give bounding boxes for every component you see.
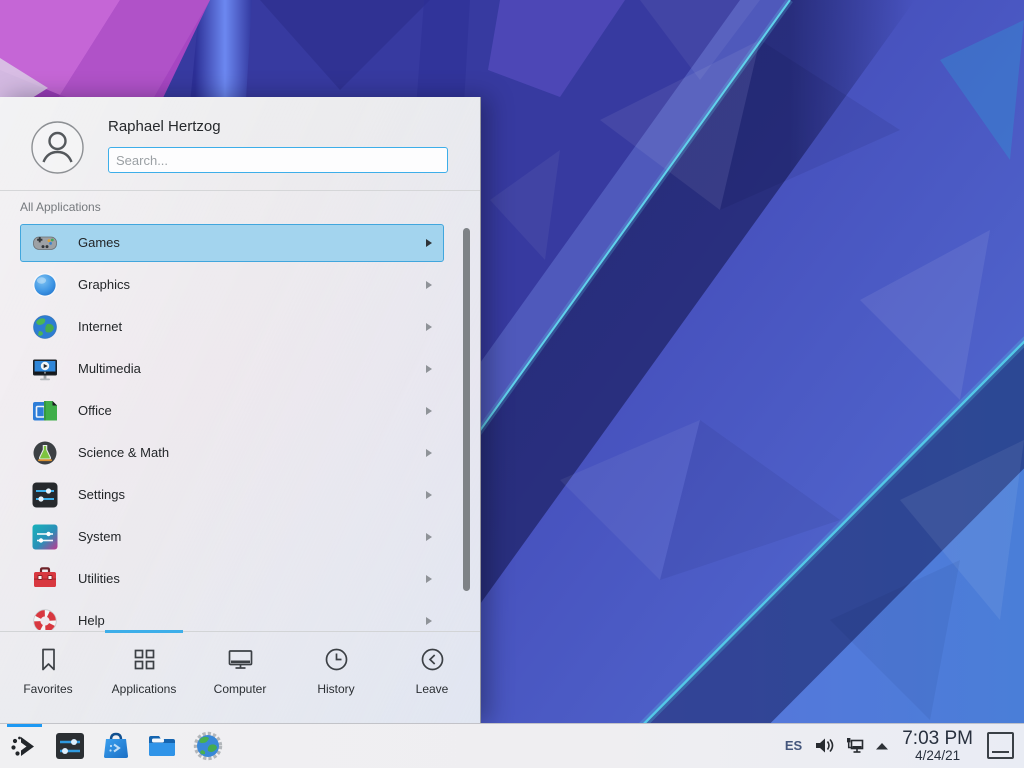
tab-label: Leave [416, 682, 449, 696]
toolbox-icon [32, 566, 58, 592]
category-label: System [78, 516, 121, 558]
sphere-icon [32, 272, 58, 298]
lifebuoy-icon [32, 608, 58, 630]
sliders-icon [32, 482, 58, 508]
tab-leave[interactable]: Leave [384, 632, 480, 723]
category-row-utilities[interactable]: Utilities [0, 558, 480, 600]
submenu-arrow-icon [426, 449, 432, 457]
discover-bag-icon [100, 730, 132, 762]
header-divider [0, 190, 480, 191]
category-label: Science & Math [78, 432, 169, 474]
category-row-office[interactable]: Office [0, 390, 480, 432]
flask-icon [32, 440, 58, 466]
history-icon [323, 646, 350, 673]
submenu-arrow-icon [426, 323, 432, 331]
keyboard-layout-indicator[interactable]: ES [785, 738, 802, 753]
app-grid-icon [131, 646, 158, 673]
launcher-tabbar: Favorites Applications Computer [0, 631, 480, 723]
active-tab-indicator [105, 630, 184, 633]
category-row-help[interactable]: Help [0, 600, 480, 630]
category-label: Multimedia [78, 348, 141, 390]
digital-clock[interactable]: 7:03 PM 4/24/21 [902, 729, 973, 763]
submenu-arrow-icon [426, 617, 432, 625]
system-settings-icon [54, 730, 86, 762]
taskbar-panel: ES 7:03 PM 4/24/21 [0, 723, 1024, 768]
kde-desktop: { "launcher": { "user_name": "Raphael He… [0, 0, 1024, 768]
network-icon[interactable] [844, 735, 865, 756]
expand-tray-arrow-icon[interactable] [874, 738, 890, 754]
submenu-arrow-icon [426, 491, 432, 499]
system-settings-button[interactable] [54, 730, 86, 762]
bookmark-icon [35, 646, 62, 673]
system-icon [32, 524, 58, 550]
category-row-internet[interactable]: Internet [0, 306, 480, 348]
tab-history[interactable]: History [288, 632, 384, 723]
category-label: Help [78, 600, 105, 630]
tab-applications[interactable]: Applications [96, 632, 192, 723]
file-manager-button[interactable] [146, 730, 178, 762]
category-label: Settings [78, 474, 125, 516]
web-browser-button[interactable] [192, 730, 224, 762]
category-row-science[interactable]: Science & Math [0, 432, 480, 474]
section-label: All Applications [20, 200, 101, 214]
tab-favorites[interactable]: Favorites [0, 632, 96, 723]
category-row-settings[interactable]: Settings [0, 474, 480, 516]
category-row-graphics[interactable]: Graphics [0, 264, 480, 306]
active-task-indicator [7, 724, 42, 727]
submenu-arrow-icon [426, 575, 432, 583]
multimedia-icon [32, 356, 58, 382]
system-tray: ES 7:03 PM 4/24/21 [785, 729, 1024, 763]
user-avatar-icon [31, 121, 84, 174]
category-label: Games [78, 222, 120, 264]
clock-time: 7:03 PM [902, 729, 973, 749]
kde-launcher-icon [8, 730, 40, 762]
application-launcher-menu: Raphael Hertzog All Applications Games [0, 97, 481, 723]
tab-label: Applications [112, 682, 177, 696]
submenu-arrow-icon [426, 239, 432, 247]
category-label: Internet [78, 306, 122, 348]
discover-button[interactable] [100, 730, 132, 762]
submenu-arrow-icon [426, 281, 432, 289]
category-row-system[interactable]: System [0, 516, 480, 558]
globe-icon [32, 314, 58, 340]
category-label: Graphics [78, 264, 130, 306]
submenu-arrow-icon [426, 407, 432, 415]
folder-icon [146, 730, 178, 762]
clock-date: 4/24/21 [902, 749, 973, 763]
volume-icon[interactable] [814, 735, 835, 756]
category-list: Games Graphics [0, 222, 480, 630]
tab-computer[interactable]: Computer [192, 632, 288, 723]
task-manager [0, 730, 224, 762]
show-desktop-button[interactable] [987, 732, 1014, 759]
app-launcher-button[interactable] [8, 730, 40, 762]
gamepad-icon [32, 230, 58, 256]
browser-globe-icon [192, 730, 224, 762]
list-scrollbar[interactable] [463, 228, 470, 591]
tab-label: Favorites [23, 682, 72, 696]
launcher-header: Raphael Hertzog [0, 97, 480, 190]
category-label: Utilities [78, 558, 120, 600]
computer-icon [227, 646, 254, 673]
tab-label: History [317, 682, 354, 696]
submenu-arrow-icon [426, 533, 432, 541]
tab-label: Computer [214, 682, 267, 696]
user-name: Raphael Hertzog [108, 118, 221, 135]
category-row-games[interactable]: Games [0, 222, 480, 264]
documents-icon [32, 398, 58, 424]
search-input[interactable] [108, 147, 448, 173]
submenu-arrow-icon [426, 365, 432, 373]
category-label: Office [78, 390, 112, 432]
category-row-multimedia[interactable]: Multimedia [0, 348, 480, 390]
leave-icon [419, 646, 446, 673]
